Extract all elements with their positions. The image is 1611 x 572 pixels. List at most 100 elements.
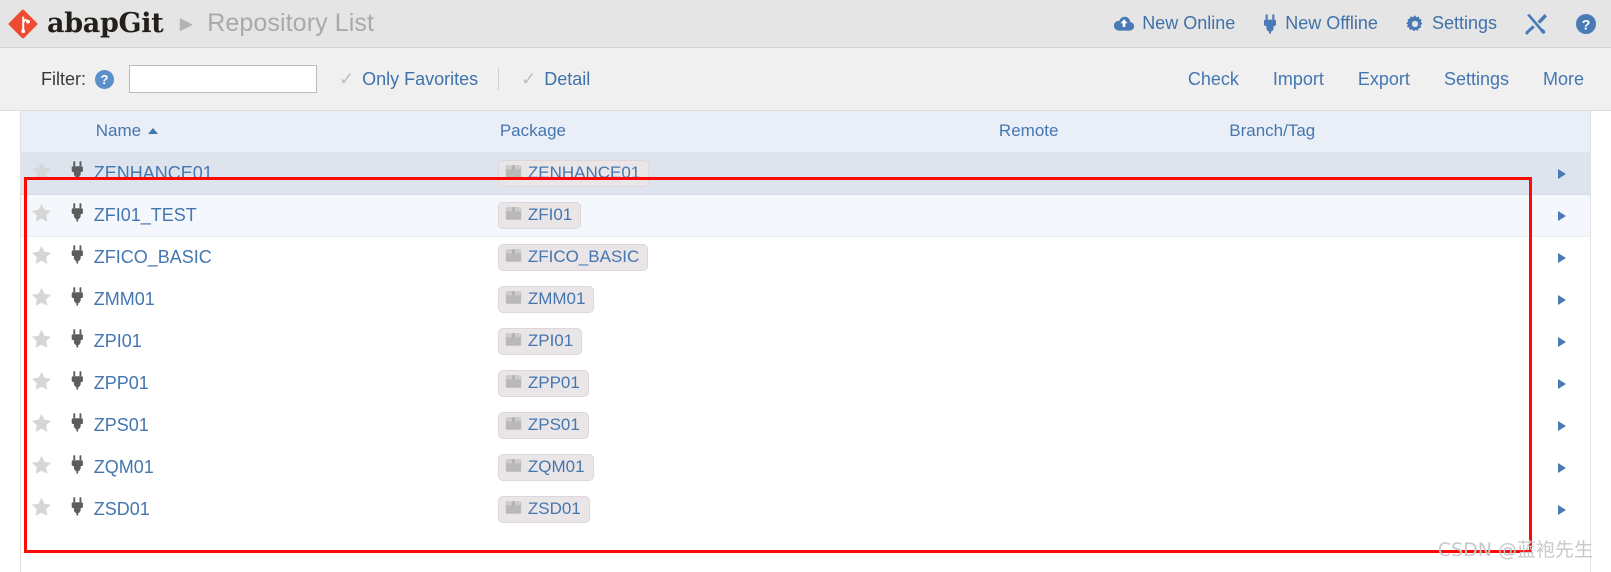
header-settings-button[interactable]: Settings (1405, 13, 1497, 34)
tools-button[interactable] (1524, 13, 1548, 35)
package-box-icon (505, 247, 522, 268)
filter-input[interactable] (129, 65, 317, 93)
favorite-cell[interactable] (21, 404, 62, 446)
caret-right-icon[interactable] (1557, 378, 1566, 389)
filter-help-icon[interactable]: ? (95, 69, 114, 89)
name-cell: ZSD01 (93, 488, 498, 530)
star-icon[interactable] (31, 329, 52, 353)
repository-rows: ZENHANCE01 ZENHANCE01 ZFI01_TEST ZFI01 Z… (21, 152, 1590, 530)
caret-right-icon[interactable] (1557, 168, 1566, 179)
favorite-cell[interactable] (21, 446, 62, 488)
favorite-cell[interactable] (21, 194, 62, 237)
package-box-icon (505, 289, 522, 310)
package-cell: ZENHANCE01 (497, 152, 997, 195)
repository-name-link[interactable]: ZPP01 (94, 373, 149, 393)
package-badge[interactable]: ZSD01 (497, 495, 590, 523)
package-badge[interactable]: ZPS01 (497, 411, 589, 439)
package-badge[interactable]: ZQM01 (497, 453, 594, 481)
new-online-label: New Online (1142, 13, 1236, 33)
star-icon[interactable] (31, 413, 52, 437)
brand[interactable]: abapGit (8, 8, 164, 39)
star-icon[interactable] (31, 497, 52, 521)
detail-checkbox[interactable]: ✓ Detail (521, 69, 590, 90)
th-remote[interactable]: Remote (996, 111, 1228, 153)
import-link[interactable]: Import (1256, 69, 1341, 90)
repository-name-link[interactable]: ZPS01 (94, 415, 149, 435)
th-name[interactable]: Name (93, 111, 498, 153)
star-icon[interactable] (31, 245, 52, 269)
table-row[interactable]: ZPP01 ZPP01 (21, 362, 1590, 404)
plug-icon (70, 329, 85, 352)
star-icon[interactable] (31, 203, 52, 227)
favorite-cell[interactable] (21, 152, 62, 195)
branch-cell (1227, 152, 1534, 195)
more-link[interactable]: More (1526, 69, 1593, 90)
th-branch[interactable]: Branch/Tag (1227, 111, 1534, 153)
caret-right-icon[interactable] (1557, 504, 1566, 515)
favorite-cell[interactable] (21, 488, 62, 530)
expand-cell[interactable] (1533, 488, 1590, 530)
repository-name-link[interactable]: ZMM01 (94, 289, 155, 309)
expand-cell[interactable] (1533, 152, 1590, 195)
package-name: ZSD01 (527, 499, 581, 518)
caret-right-icon[interactable] (1557, 294, 1566, 305)
package-badge[interactable]: ZENHANCE01 (497, 159, 650, 187)
repository-name-link[interactable]: ZFI01_TEST (94, 205, 197, 225)
package-badge[interactable]: ZMM01 (497, 285, 595, 313)
package-badge[interactable]: ZFICO_BASIC (497, 243, 649, 271)
table-row[interactable]: ZPS01 ZPS01 (21, 404, 1590, 446)
repository-name-link[interactable]: ZFICO_BASIC (94, 247, 212, 267)
expand-cell[interactable] (1533, 278, 1590, 320)
favorite-cell[interactable] (21, 362, 62, 404)
caret-right-icon[interactable] (1557, 336, 1566, 347)
brand-name: abapGit (47, 8, 164, 39)
package-badge[interactable]: ZFI01 (497, 201, 582, 229)
package-badge[interactable]: ZPP01 (497, 369, 589, 397)
repository-name-link[interactable]: ZQM01 (94, 457, 154, 477)
name-cell: ZENHANCE01 (93, 152, 498, 195)
table-row[interactable]: ZQM01 ZQM01 (21, 446, 1590, 488)
table-row[interactable]: ZMM01 ZMM01 (21, 278, 1590, 320)
table-row[interactable]: ZFICO_BASIC ZFICO_BASIC (21, 236, 1590, 278)
table-row[interactable]: ZFI01_TEST ZFI01 (21, 194, 1590, 237)
type-cell (61, 488, 94, 530)
expand-cell[interactable] (1533, 320, 1590, 362)
star-icon[interactable] (31, 455, 52, 479)
remote-cell (996, 320, 1228, 362)
repository-name-link[interactable]: ZENHANCE01 (94, 163, 213, 183)
favorite-cell[interactable] (21, 278, 62, 320)
check-link[interactable]: Check (1171, 69, 1256, 90)
package-name: ZMM01 (527, 289, 586, 308)
favorite-cell[interactable] (21, 236, 62, 278)
star-icon[interactable] (31, 371, 52, 395)
star-icon[interactable] (31, 287, 52, 311)
expand-cell[interactable] (1533, 194, 1590, 237)
favorite-cell[interactable] (21, 320, 62, 362)
caret-right-icon[interactable] (1557, 210, 1566, 221)
expand-cell[interactable] (1533, 446, 1590, 488)
help-button[interactable]: ? (1575, 13, 1597, 35)
package-badge[interactable]: ZPI01 (497, 327, 583, 355)
settings-link[interactable]: Settings (1427, 69, 1526, 90)
table-row[interactable]: ZPI01 ZPI01 (21, 320, 1590, 362)
new-online-button[interactable]: New Online (1113, 13, 1235, 34)
plug-icon (70, 161, 85, 184)
caret-right-icon[interactable] (1557, 420, 1566, 431)
table-row[interactable]: ZSD01 ZSD01 (21, 488, 1590, 530)
th-package[interactable]: Package (497, 111, 997, 153)
new-offline-button[interactable]: New Offline (1262, 13, 1378, 34)
table-row[interactable]: ZENHANCE01 ZENHANCE01 (21, 152, 1590, 195)
caret-right-icon[interactable] (1557, 252, 1566, 263)
expand-cell[interactable] (1533, 362, 1590, 404)
plug-icon (70, 287, 85, 310)
repository-name-link[interactable]: ZSD01 (94, 499, 150, 519)
export-link[interactable]: Export (1341, 69, 1427, 90)
package-name: ZQM01 (527, 457, 585, 476)
package-name: ZFICO_BASIC (527, 247, 640, 266)
expand-cell[interactable] (1533, 236, 1590, 278)
repository-name-link[interactable]: ZPI01 (94, 331, 142, 351)
caret-right-icon[interactable] (1557, 462, 1566, 473)
star-icon[interactable] (31, 161, 52, 185)
expand-cell[interactable] (1533, 404, 1590, 446)
only-favorites-checkbox[interactable]: ✓ Only Favorites (339, 69, 478, 90)
